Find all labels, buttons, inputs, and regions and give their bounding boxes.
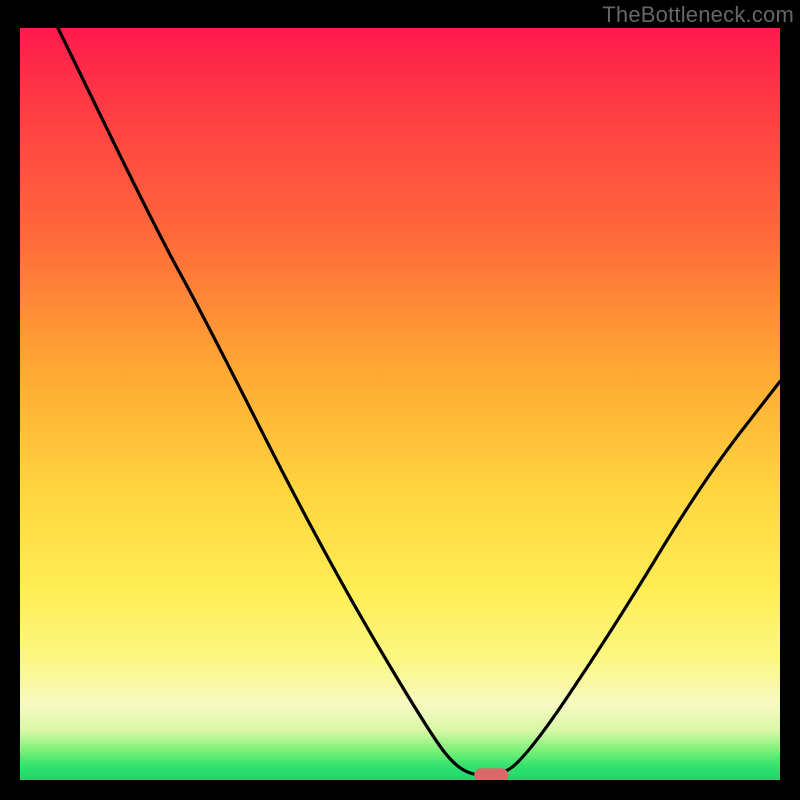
chart-frame: TheBottleneck.com	[0, 0, 800, 800]
bottleneck-curve	[58, 28, 780, 775]
minimum-marker	[474, 768, 508, 780]
watermark-text: TheBottleneck.com	[602, 2, 794, 28]
curve-layer	[20, 28, 780, 780]
plot-area	[20, 28, 780, 780]
